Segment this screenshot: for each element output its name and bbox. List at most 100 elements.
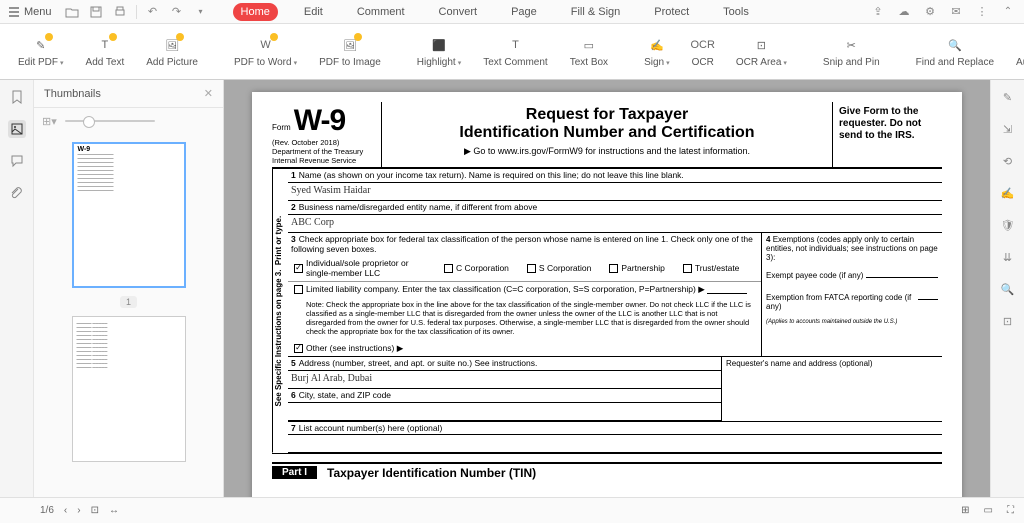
tab-convert[interactable]: Convert <box>431 3 486 21</box>
ribbon-highlight[interactable]: ⬛Highlight▾ <box>409 33 469 70</box>
ribbon-icon: ⬛ <box>429 35 449 55</box>
part-1-title: Taxpayer Identification Number (TIN) <box>327 466 536 480</box>
ribbon-text-comment[interactable]: T Text Comment <box>475 33 555 70</box>
fullscreen-icon[interactable]: ⛶ <box>1007 505 1014 516</box>
form-irs: Internal Revenue Service <box>272 156 377 165</box>
ribbon-edit-pdf[interactable]: ✎Edit PDF▾ <box>10 33 72 70</box>
checkbox-c-corp[interactable]: C Corporation <box>444 258 509 278</box>
ribbon-icon: T <box>95 35 115 55</box>
exempt-payee-field[interactable] <box>866 268 938 278</box>
premium-badge-icon <box>109 33 117 41</box>
ribbon-icon: ✎ <box>31 35 51 55</box>
premium-badge-icon <box>270 33 278 41</box>
fatca-field[interactable] <box>918 290 938 300</box>
tab-page[interactable]: Page <box>503 3 545 21</box>
ribbon-text-box[interactable]: ▭Text Box <box>562 33 616 70</box>
ribbon-auto-scroll[interactable]: ↕Auto Scroll▾ <box>1008 33 1024 70</box>
ribbon-icon: W <box>256 35 276 55</box>
tab-home[interactable]: Home <box>233 3 278 21</box>
thumbnails-title: Thumbnails <box>44 88 101 100</box>
ribbon-label: Snip and Pin <box>823 57 880 68</box>
ribbon-pdf-to-word[interactable]: WPDF to Word▾ <box>226 33 305 70</box>
thumbnail-size-slider[interactable] <box>65 120 155 122</box>
ribbon-icon: 🖼 <box>340 35 360 55</box>
ribbon-pdf-to-image[interactable]: 🖼PDF to Image <box>311 33 389 70</box>
more-icon[interactable]: ⋮ <box>974 4 990 20</box>
form-heading-1: Request for Taxpayer <box>388 106 826 124</box>
ribbon-icon: T <box>505 35 525 55</box>
view-mode-icon[interactable]: ⊞ <box>961 505 969 516</box>
line-6-value[interactable] <box>288 403 721 421</box>
attachments-icon[interactable] <box>8 184 26 202</box>
tab-tools[interactable]: Tools <box>715 3 757 21</box>
line-5-value[interactable]: Burj Al Arab, Dubai <box>288 371 721 389</box>
chevron-down-icon: ▾ <box>60 60 64 67</box>
export-tool-icon[interactable]: ⇲ <box>999 120 1017 138</box>
menu-button[interactable]: Menu <box>8 6 52 18</box>
ribbon-sign[interactable]: ✍Sign▾ <box>636 33 678 70</box>
premium-badge-icon <box>176 33 184 41</box>
thumbnail-page-2[interactable]: ▬▬▬▬▬ ▬▬▬▬▬▬▬▬▬▬ ▬▬▬▬▬▬▬▬▬▬ ▬▬▬▬▬▬▬▬▬▬ ▬… <box>72 316 186 462</box>
ribbon-label: Auto Scroll▾ <box>1016 57 1024 68</box>
line-1-value[interactable]: Syed Wasim Haidar <box>288 183 942 201</box>
prev-page-icon[interactable]: ‹ <box>64 505 67 516</box>
thumbnail-page-1-number: 1 <box>120 296 137 308</box>
share-icon[interactable]: ⇪ <box>870 4 886 20</box>
ribbon-snip-and-pin[interactable]: ✂Snip and Pin <box>815 33 888 70</box>
menu-label: Menu <box>24 6 52 18</box>
edit-tool-icon[interactable]: ✎ <box>999 88 1017 106</box>
qat-dropdown-icon[interactable]: ▾ <box>193 4 209 20</box>
print-icon[interactable] <box>112 4 128 20</box>
ribbon-find-and-replace[interactable]: 🔍Find and Replace <box>908 33 1002 70</box>
checkbox-s-corp[interactable]: S Corporation <box>527 258 591 278</box>
fit-page-icon[interactable]: ⊡ <box>91 505 99 516</box>
ribbon-ocr[interactable]: OCROCR <box>684 33 722 70</box>
search-tool-icon[interactable]: 🔍 <box>999 280 1017 298</box>
save-icon[interactable] <box>88 4 104 20</box>
thumbnail-page-1[interactable]: W-9▬▬▬▬▬▬▬▬▬▬▬▬▬▬▬▬▬▬▬▬▬▬▬▬▬▬▬▬▬▬▬▬▬▬▬▬▬… <box>72 142 186 288</box>
tab-fill-sign[interactable]: Fill & Sign <box>563 3 629 21</box>
ocr-tool-icon[interactable]: ⊡ <box>999 312 1017 330</box>
document-viewport[interactable]: Form W-9 (Rev. October 2018) Department … <box>224 80 990 497</box>
redo-icon[interactable]: ↷ <box>169 4 185 20</box>
thumb-options-icon[interactable]: ⊞▾ <box>42 115 57 128</box>
undo-icon[interactable]: ↶ <box>145 4 161 20</box>
form-heading-2: Identification Number and Certification <box>388 124 826 142</box>
tab-protect[interactable]: Protect <box>646 3 697 21</box>
checkbox-individual[interactable]: ✓Individual/sole proprietor or single-me… <box>294 258 426 278</box>
checkbox-other[interactable]: ✓Other (see instructions) ▶ <box>294 343 403 354</box>
ribbon-add-picture[interactable]: 🖼Add Picture <box>138 33 206 70</box>
account-icon[interactable]: ☁ <box>896 4 912 20</box>
checkbox-llc[interactable]: Limited liability company. Enter the tax… <box>294 284 705 295</box>
compress-tool-icon[interactable]: ⇊ <box>999 248 1017 266</box>
ribbon-ocr-area[interactable]: ⊡OCR Area▾ <box>728 33 795 70</box>
reading-mode-icon[interactable]: ▭ <box>984 505 993 516</box>
ribbon-label: Text Comment <box>483 57 547 68</box>
sign-tool-icon[interactable]: ✍ <box>999 184 1017 202</box>
w9-title: W-9 <box>294 104 345 137</box>
open-icon[interactable] <box>64 4 80 20</box>
checkbox-partnership[interactable]: Partnership <box>609 258 664 278</box>
next-page-icon[interactable]: › <box>77 505 80 516</box>
applies-note: (Applies to accounts maintained outside … <box>766 319 938 325</box>
settings-icon[interactable]: ⚙ <box>922 4 938 20</box>
fit-width-icon[interactable]: ↔ <box>109 505 119 516</box>
ribbon-add-text[interactable]: TAdd Text <box>78 33 133 70</box>
close-thumbnails-icon[interactable]: ✕ <box>204 87 213 100</box>
thumbnails-icon[interactable] <box>8 120 26 138</box>
ribbon-icon: OCR <box>693 35 713 55</box>
feedback-icon[interactable]: ✉ <box>948 4 964 20</box>
protect-tool-icon[interactable]: 🛡 <box>999 216 1017 234</box>
ribbon-label: Add Picture <box>146 57 198 68</box>
form-goto: ▶ Go to www.irs.gov/FormW9 for instructi… <box>388 146 826 157</box>
tab-comment[interactable]: Comment <box>349 3 413 21</box>
line-2-value[interactable]: ABC Corp <box>288 215 942 233</box>
form-label: Form <box>272 123 291 132</box>
line-7-value[interactable] <box>288 435 942 453</box>
comments-icon[interactable] <box>8 152 26 170</box>
convert-tool-icon[interactable]: ⟲ <box>999 152 1017 170</box>
checkbox-trust[interactable]: Trust/estate <box>683 258 740 278</box>
bookmarks-icon[interactable] <box>8 88 26 106</box>
collapse-ribbon-icon[interactable]: ⌃ <box>1000 4 1016 20</box>
tab-edit[interactable]: Edit <box>296 3 331 21</box>
